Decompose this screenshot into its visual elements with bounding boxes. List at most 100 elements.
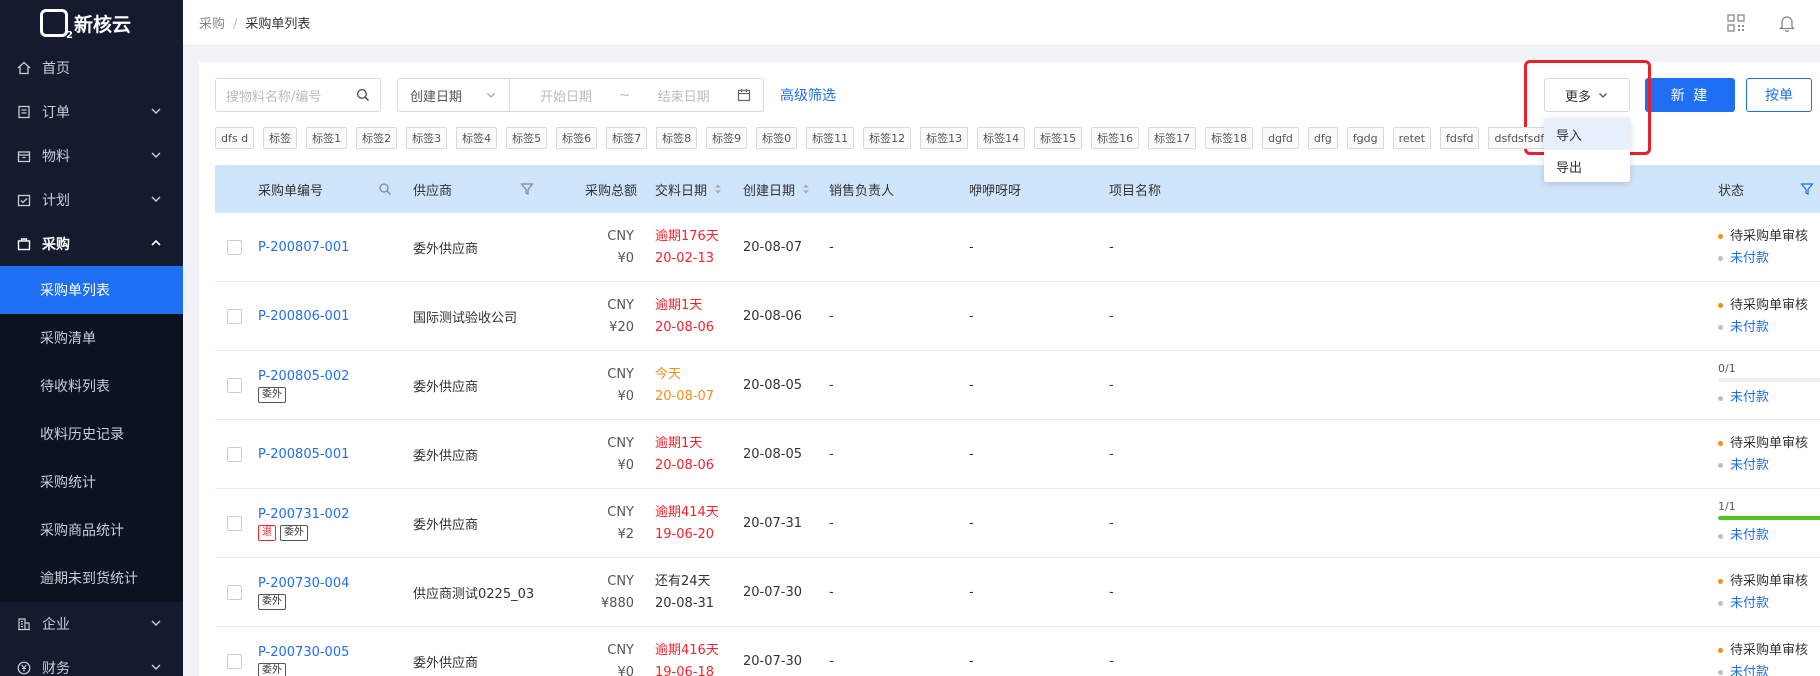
payment-status-link[interactable]: 未付款 <box>1730 593 1769 615</box>
payment-status-link[interactable]: 未付款 <box>1730 662 1769 676</box>
sidebar-subitem-purchase-detail[interactable]: 采购清单 <box>0 314 183 362</box>
order-number-link[interactable]: P-200730-005 <box>258 645 349 660</box>
due-date: 20-08-06 <box>655 319 715 335</box>
sidebar-item-finance[interactable]: 财务 <box>0 646 183 676</box>
payment-status-link[interactable]: 未付款 <box>1730 248 1769 270</box>
row-checkbox[interactable] <box>227 585 242 600</box>
payment-status-link[interactable]: 未付款 <box>1730 455 1769 477</box>
row-checkbox[interactable] <box>227 309 242 324</box>
menu-item-import[interactable]: 导入 <box>1544 118 1630 150</box>
tag-chip[interactable]: 标签1 <box>306 127 348 149</box>
sales-owner: - <box>829 447 834 462</box>
tag-chip[interactable]: 标签4 <box>456 127 498 149</box>
tag-chip[interactable]: retet <box>1392 127 1432 149</box>
order-number-link[interactable]: P-200805-001 <box>258 447 349 462</box>
table-row[interactable]: P-200805-001 委外供应商 CNY ¥0 逾期1天 20-08-06 20-08-… <box>215 420 1820 489</box>
payment-status-link[interactable]: 未付款 <box>1730 317 1769 339</box>
tag-chip[interactable]: 标签3 <box>406 127 448 149</box>
sidebar-subitem-pending-receive[interactable]: 待收料列表 <box>0 362 183 410</box>
column-header-supplier: 供应商 <box>413 165 452 213</box>
tag-chip[interactable]: 标签16 <box>1091 127 1140 149</box>
tag-chip[interactable]: 标签14 <box>977 127 1026 149</box>
table-row[interactable]: P-200730-005 委外 委外供应商 CNY ¥0 逾期416天 19-06-18 20… <box>215 627 1820 676</box>
search-icon[interactable] <box>378 182 392 196</box>
sidebar-item-material[interactable]: 物料 <box>0 134 183 178</box>
tag-chip[interactable]: dgfd <box>1262 127 1299 149</box>
breadcrumb-parent[interactable]: 采购 <box>199 17 225 32</box>
logo[interactable]: 新核云 <box>0 0 183 46</box>
row-checkbox[interactable] <box>227 516 242 531</box>
filter-icon[interactable] <box>520 182 534 196</box>
breadcrumb-current: 采购单列表 <box>245 17 311 32</box>
type-badge: 委外 <box>258 662 286 676</box>
type-badge: 委外 <box>258 386 286 403</box>
order-number-link[interactable]: P-200805-002 <box>258 369 349 384</box>
sort-icon[interactable] <box>713 182 723 196</box>
amount: ¥0 <box>617 664 634 676</box>
column-header-label: 供应商 <box>413 183 453 199</box>
row-checkbox[interactable] <box>227 240 242 255</box>
new-button[interactable]: 新 建 <box>1645 78 1735 112</box>
tag-chip[interactable]: 标签12 <box>863 127 912 149</box>
row-checkbox[interactable] <box>227 378 242 393</box>
tag-chip[interactable]: 标签15 <box>1034 127 1083 149</box>
tag-chip[interactable]: dfs d <box>215 127 255 149</box>
tag-chip[interactable]: dfg <box>1307 127 1338 149</box>
tag-chip[interactable]: 标签13 <box>920 127 969 149</box>
tag-chip[interactable]: 标签8 <box>656 127 698 149</box>
date-type-select[interactable]: 创建日期 <box>398 79 510 111</box>
more-button[interactable]: 更多 <box>1544 78 1630 112</box>
sidebar-subitem-purchase-stats[interactable]: 采购统计 <box>0 458 183 506</box>
filter-icon[interactable] <box>1800 182 1814 196</box>
row-checkbox[interactable] <box>227 447 242 462</box>
by-order-button[interactable]: 按单 <box>1746 78 1812 112</box>
sidebar-subitem-purchase-list[interactable]: 采购单列表 <box>0 266 183 314</box>
table-row[interactable]: P-200807-001 委外供应商 CNY ¥0 逾期176天 20-02-13 20-0… <box>215 213 1820 282</box>
tag-chip[interactable]: 标签0 <box>756 127 798 149</box>
sidebar-item-enterprise[interactable]: 企业 <box>0 602 183 646</box>
tag-chip[interactable]: 标签18 <box>1205 127 1254 149</box>
tag-chip[interactable]: 标签11 <box>806 127 855 149</box>
qrcode-icon[interactable] <box>1726 13 1746 33</box>
order-number-link[interactable]: P-200731-002 <box>258 507 349 522</box>
payment-status-link[interactable]: 未付款 <box>1730 387 1769 409</box>
chevron-down-icon <box>151 108 161 114</box>
table-row[interactable]: P-200730-004 委外 供应商测试0225_03 CNY ¥880 还有24天 20… <box>215 558 1820 627</box>
sidebar-item-plan[interactable]: 计划 <box>0 178 183 222</box>
tag-chip[interactable]: 标签6 <box>556 127 598 149</box>
order-number-link[interactable]: P-200807-001 <box>258 240 349 255</box>
sidebar-subitem-overdue-stats[interactable]: 逾期未到货统计 <box>0 554 183 602</box>
amount: ¥20 <box>609 319 634 335</box>
sidebar-subitem-product-stats[interactable]: 采购商品统计 <box>0 506 183 554</box>
table-row[interactable]: P-200731-002 退委外 委外供应商 CNY ¥2 逾期414天 19-06-20 2… <box>215 489 1820 558</box>
sidebar-item-home[interactable]: 首页 <box>0 46 183 90</box>
column-header-created-date[interactable]: 创建日期 <box>743 165 811 213</box>
tag-chip[interactable]: fgdg <box>1346 127 1384 149</box>
search-icon[interactable] <box>356 88 370 102</box>
sidebar-item-purchase[interactable]: 采购 <box>0 222 183 266</box>
tag-chip[interactable]: 标签9 <box>706 127 748 149</box>
order-number-link[interactable]: P-200730-004 <box>258 576 349 591</box>
date-range-input[interactable]: 开始日期 ~ 结束日期 <box>510 86 763 105</box>
tag-chip[interactable]: fdsfd <box>1440 127 1480 149</box>
status-dot <box>1718 533 1723 539</box>
bell-icon[interactable] <box>1777 13 1797 33</box>
advanced-filter-link[interactable]: 高级筛选 <box>780 85 836 105</box>
tag-chip[interactable]: 标签17 <box>1148 127 1197 149</box>
tag-chip[interactable]: 标签 <box>263 127 298 149</box>
payment-status-link[interactable]: 未付款 <box>1730 525 1769 547</box>
tag-chip[interactable]: 标签2 <box>356 127 398 149</box>
tag-chip[interactable]: 标签7 <box>606 127 648 149</box>
menu-item-export[interactable]: 导出 <box>1544 150 1630 182</box>
table-row[interactable]: P-200806-001 国际测试验收公司 CNY ¥20 逾期1天 20-08-06 20… <box>215 282 1820 351</box>
currency: CNY <box>607 504 634 520</box>
sort-icon[interactable] <box>801 182 811 196</box>
table-row[interactable]: P-200805-002 委外 委外供应商 CNY ¥0 今天 20-08-07 20-08-… <box>215 351 1820 420</box>
column-header-delivery-date[interactable]: 交料日期 <box>655 165 723 213</box>
tag-chip[interactable]: 标签5 <box>506 127 548 149</box>
order-number-link[interactable]: P-200806-001 <box>258 309 349 324</box>
search-input[interactable]: 搜物料名称/编号 <box>215 78 381 112</box>
sidebar-subitem-receive-history[interactable]: 收料历史记录 <box>0 410 183 458</box>
sidebar-item-order[interactable]: 订单 <box>0 90 183 134</box>
row-checkbox[interactable] <box>227 654 242 669</box>
